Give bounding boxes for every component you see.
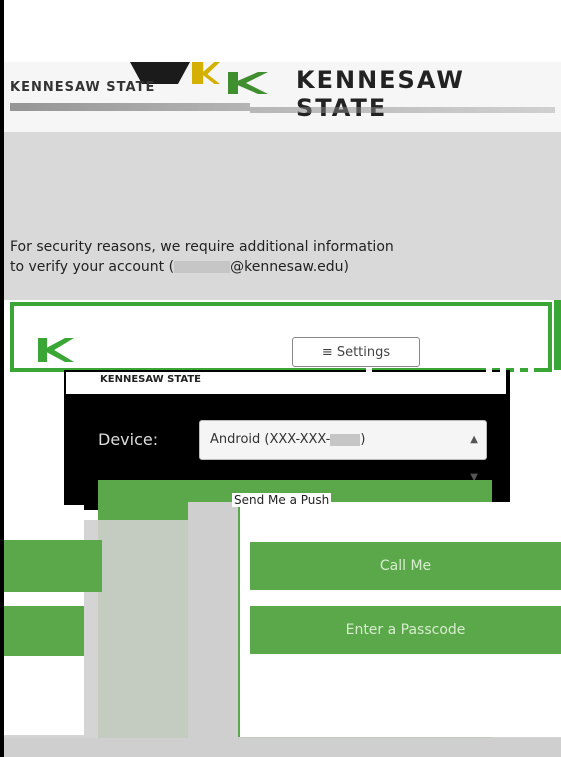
left-green-block: [4, 540, 102, 592]
university-title: KENNESAW STATE: [296, 66, 465, 122]
settings-button[interactable]: ≡ Settings: [292, 337, 420, 367]
university-small-title: KENNESAW STATE: [10, 80, 156, 95]
frame-right-strip: [554, 300, 561, 370]
banner-stripe: [528, 368, 534, 386]
top-area: [4, 0, 561, 62]
banner-stripe: [486, 368, 492, 386]
security-message-line1: For security reasons, we require additio…: [10, 239, 394, 255]
left-green-block: [4, 606, 84, 656]
device-selected-value: Android (XXX-XXX-: [210, 432, 331, 447]
redacted-phone: [330, 433, 361, 446]
bottom-strip: [4, 738, 561, 757]
duo-frame-header: [10, 302, 552, 372]
send-push-button[interactable]: Send Me a Push: [232, 493, 332, 507]
security-message-line2: to verify your account ( @kennesaw.edu): [10, 257, 394, 277]
device-label: Device:: [98, 430, 159, 449]
enter-passcode-button[interactable]: Enter a Passcode: [250, 606, 561, 654]
middle-column: [188, 502, 240, 757]
call-me-button[interactable]: Call Me: [250, 542, 561, 590]
logo-subline-2: [250, 107, 555, 113]
logo-subline: [10, 103, 250, 111]
device-selected-suffix: ): [360, 432, 366, 447]
account-prefix: to verify your account (: [10, 259, 175, 275]
redacted-username: [174, 261, 231, 273]
banner-stripe: [366, 368, 372, 386]
auth-banner-logo: KENNESAW STATE: [100, 374, 202, 385]
device-select[interactable]: Android (XXX-XXX-) ▲ ▼: [199, 420, 487, 483]
account-suffix: @kennesaw.edu): [230, 259, 349, 275]
banner-stripe: [514, 368, 520, 386]
security-message: For security reasons, we require additio…: [10, 237, 394, 277]
banner-stripe: [500, 368, 506, 386]
